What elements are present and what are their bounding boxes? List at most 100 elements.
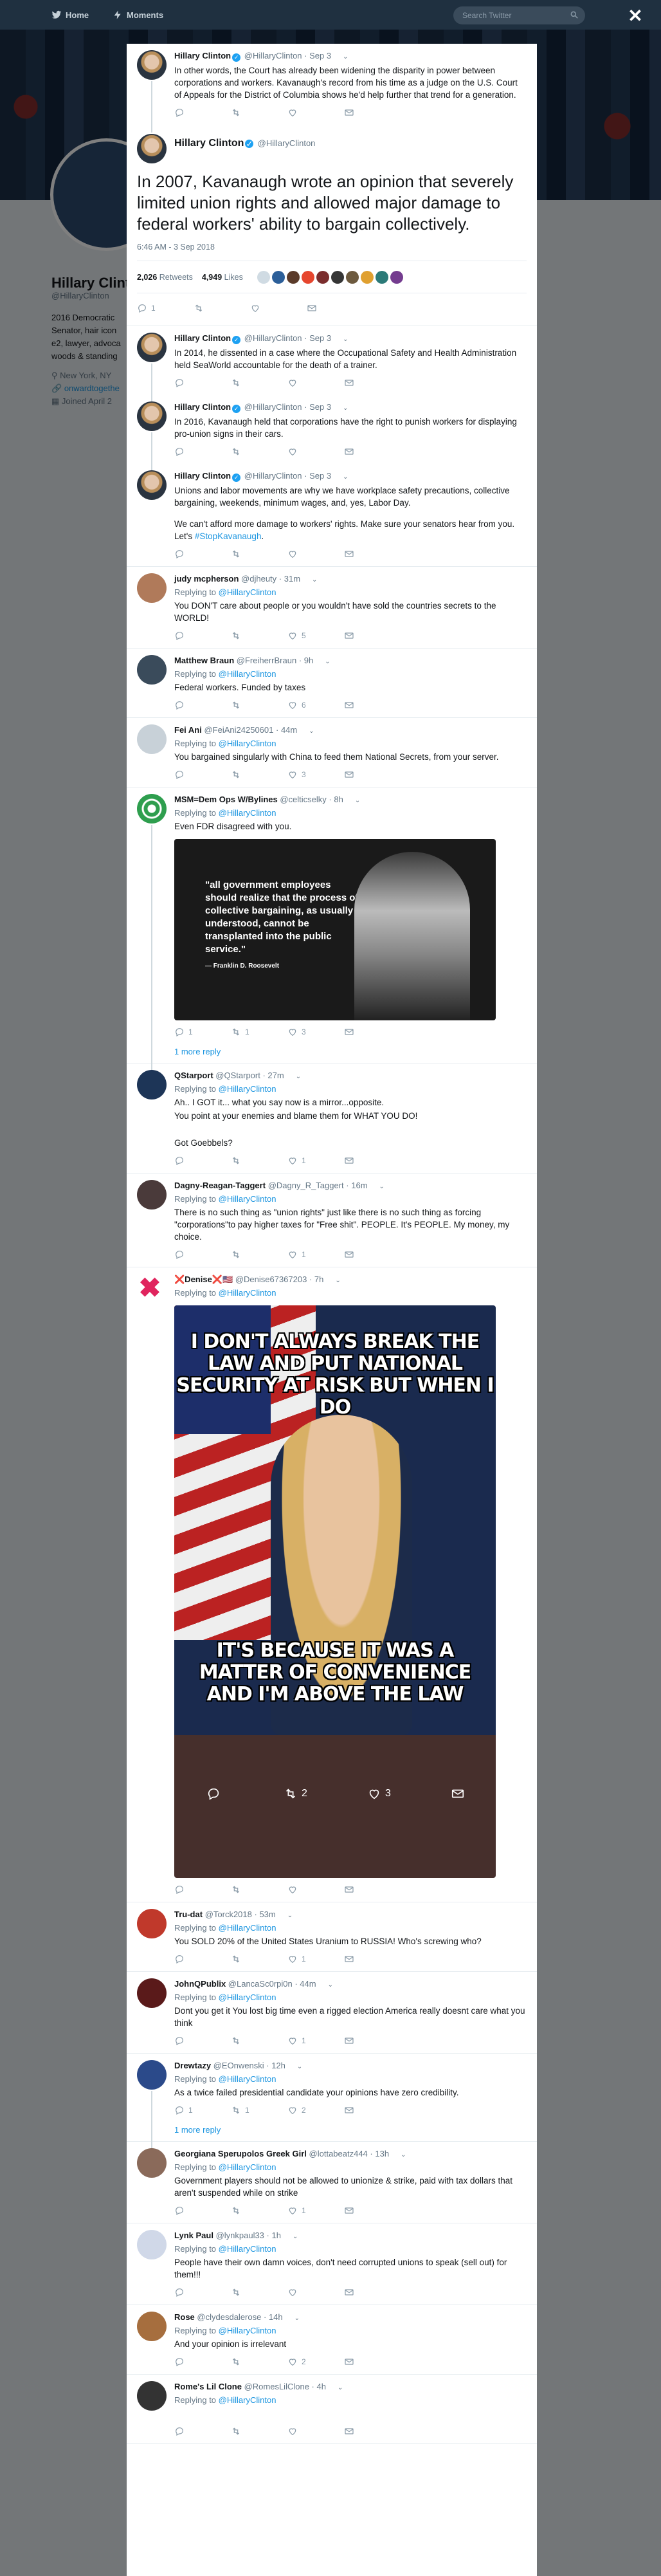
hashtag-link[interactable]: #StopKavanaugh [195,531,262,541]
chevron-down-icon[interactable]: ⌄ [338,2382,343,2394]
avatar[interactable] [137,333,167,362]
search-input[interactable]: Search Twitter [453,6,585,24]
liker-avatar[interactable] [286,270,300,284]
replying-to-handle[interactable]: @HillaryClinton [219,2162,276,2172]
replying-to-handle[interactable]: @HillaryClinton [219,808,276,818]
avatar[interactable] [137,2148,167,2178]
retweet-button[interactable]: 1 [231,1027,262,1037]
liker-avatar[interactable] [316,270,329,284]
reply-button[interactable] [174,1954,205,1964]
retweet-button[interactable] [231,630,262,641]
chevron-down-icon[interactable]: ⌄ [343,334,348,345]
liker-avatar[interactable] [271,270,285,284]
message-button[interactable] [344,1884,375,1895]
message-button[interactable] [344,630,375,641]
retweet-button[interactable] [231,107,262,118]
chevron-down-icon[interactable]: ⌄ [309,726,314,737]
avatar[interactable] [137,794,167,823]
message-button[interactable] [344,1027,375,1037]
media-message-button[interactable] [451,1787,465,1801]
retweet-button[interactable] [231,2357,262,2367]
like-button[interactable]: 1 [287,2205,318,2216]
avatar[interactable] [137,1070,167,1099]
chevron-down-icon[interactable]: ⌄ [343,472,348,483]
message-button[interactable] [344,446,375,457]
liker-avatar[interactable] [375,270,388,284]
reply-button[interactable] [174,2357,205,2367]
like-button[interactable] [287,1884,318,1895]
message-button[interactable] [344,378,375,388]
message-button[interactable] [344,700,375,710]
message-button[interactable] [344,2426,375,2436]
like-button[interactable] [287,2287,318,2297]
avatar[interactable] [137,401,167,431]
like-button[interactable] [287,378,318,388]
media-like-button[interactable]: 3 [367,1787,391,1801]
reply-button[interactable] [174,2426,205,2436]
retweet-button[interactable] [231,2426,262,2436]
message-button[interactable] [344,769,375,780]
like-button[interactable] [287,446,318,457]
avatar[interactable] [137,655,167,685]
chevron-down-icon[interactable]: ⌄ [343,51,348,63]
reply-button[interactable] [174,2287,205,2297]
avatar[interactable] [137,50,167,80]
avatar[interactable] [137,2312,167,2341]
replying-to-handle[interactable]: @HillaryClinton [219,587,276,597]
like-button[interactable]: 1 [287,1954,318,1964]
chevron-down-icon[interactable]: ⌄ [287,1910,293,1922]
like-button[interactable]: 6 [287,700,318,710]
close-icon[interactable]: ✕ [627,7,644,25]
message-button[interactable] [344,2205,375,2216]
reply-button[interactable] [174,700,205,710]
retweet-button[interactable] [231,1155,262,1166]
message-button[interactable] [344,2105,375,2115]
reply-button[interactable] [174,446,205,457]
retweet-button[interactable] [231,549,262,559]
reply-button[interactable] [174,549,205,559]
tweet-image[interactable]: "all government employees should realize… [174,839,496,1020]
chevron-down-icon[interactable]: ⌄ [294,2313,300,2324]
retweet-stat[interactable]: 2,026 Retweets [137,273,193,282]
like-button[interactable]: 2 [287,2105,318,2115]
avatar[interactable] [137,134,167,163]
like-button[interactable]: 2 [287,2357,318,2367]
retweet-button[interactable] [231,2287,262,2297]
chevron-down-icon[interactable]: ⌄ [297,2061,302,2073]
message-button[interactable] [344,549,375,559]
replying-to-handle[interactable]: @HillaryClinton [219,739,276,748]
chevron-down-icon[interactable]: ⌄ [401,2149,406,2161]
nav-moments[interactable]: Moments [113,10,163,20]
reply-button[interactable] [174,2205,205,2216]
avatar[interactable] [137,573,167,603]
like-button[interactable]: 1 [287,1155,318,1166]
reply-button[interactable] [174,378,205,388]
media-retweet-button[interactable]: 2 [284,1787,307,1801]
like-button[interactable]: 5 [287,630,318,641]
reply-button[interactable] [174,769,205,780]
retweet-button[interactable]: 1 [231,2105,262,2115]
liker-avatar[interactable] [330,270,344,284]
avatar[interactable] [137,2230,167,2259]
reply-button[interactable] [174,1884,205,1895]
like-button[interactable] [287,549,318,559]
replying-to-handle[interactable]: @HillaryClinton [219,1194,276,1204]
chevron-down-icon[interactable]: ⌄ [335,1275,340,1287]
liker-avatar[interactable] [345,270,359,284]
chevron-down-icon[interactable]: ⌄ [328,1980,333,1991]
like-button[interactable]: 3 [287,769,318,780]
message-button[interactable] [344,2357,375,2367]
avatar[interactable] [137,2381,167,2411]
retweet-button[interactable] [231,769,262,780]
avatar[interactable] [137,1978,167,2008]
retweet-button[interactable] [231,1954,262,1964]
chevron-down-icon[interactable]: ⌄ [379,1181,385,1193]
avatar[interactable] [137,724,167,754]
nav-home[interactable]: Home [51,10,89,20]
red-x-avatar-icon[interactable]: ✖ [137,1274,163,1302]
message-button[interactable] [344,1249,375,1260]
avatar[interactable] [137,470,167,500]
replying-to-handle[interactable]: @HillaryClinton [219,1923,276,1933]
like-button[interactable]: 1 [287,2036,318,2046]
replying-to-handle[interactable]: @HillaryClinton [219,2244,276,2254]
